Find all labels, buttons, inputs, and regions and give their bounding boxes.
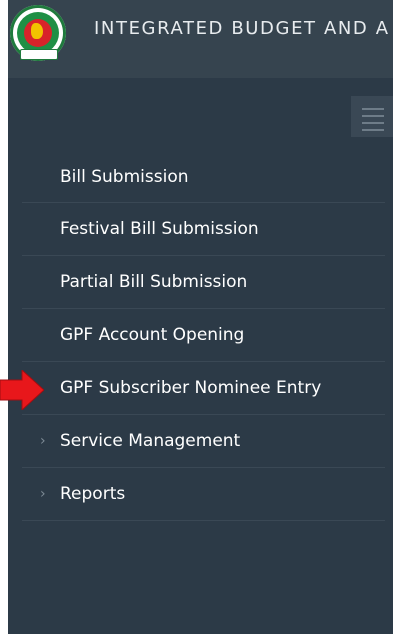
menu-item-label: Reports <box>60 484 126 504</box>
sidebar-menu: Bill Submission Festival Bill Submission… <box>8 152 393 521</box>
sidebar-panel: INTEGRATED BUDGET AND A Bill Submission … <box>8 0 393 634</box>
menu-item-partial-bill-submission[interactable]: Partial Bill Submission <box>22 256 385 309</box>
menu-item-reports[interactable]: › Reports <box>22 468 385 521</box>
hamburger-icon[interactable] <box>351 96 393 137</box>
app-title: INTEGRATED BUDGET AND A <box>94 18 390 39</box>
menu-item-label: Partial Bill Submission <box>60 272 248 292</box>
menu-item-service-management[interactable]: › Service Management <box>22 415 385 468</box>
red-pointer-arrow-icon <box>0 370 44 410</box>
menu-item-label: Festival Bill Submission <box>60 219 259 239</box>
chevron-right-icon: › <box>40 486 46 502</box>
menu-item-festival-bill-submission[interactable]: Festival Bill Submission <box>22 203 385 256</box>
menu-item-label: GPF Subscriber Nominee Entry <box>60 378 322 398</box>
menu-item-bill-submission[interactable]: Bill Submission <box>22 152 385 203</box>
menu-item-gpf-account-opening[interactable]: GPF Account Opening <box>22 309 385 362</box>
menu-item-label: Service Management <box>60 431 241 451</box>
menu-item-label: Bill Submission <box>60 167 189 187</box>
app-header: INTEGRATED BUDGET AND A <box>8 0 393 78</box>
menu-item-gpf-subscriber-nominee-entry[interactable]: GPF Subscriber Nominee Entry <box>22 362 385 415</box>
bangladesh-emblem-icon <box>10 5 66 61</box>
menu-item-label: GPF Account Opening <box>60 325 245 345</box>
chevron-right-icon: › <box>40 433 46 449</box>
